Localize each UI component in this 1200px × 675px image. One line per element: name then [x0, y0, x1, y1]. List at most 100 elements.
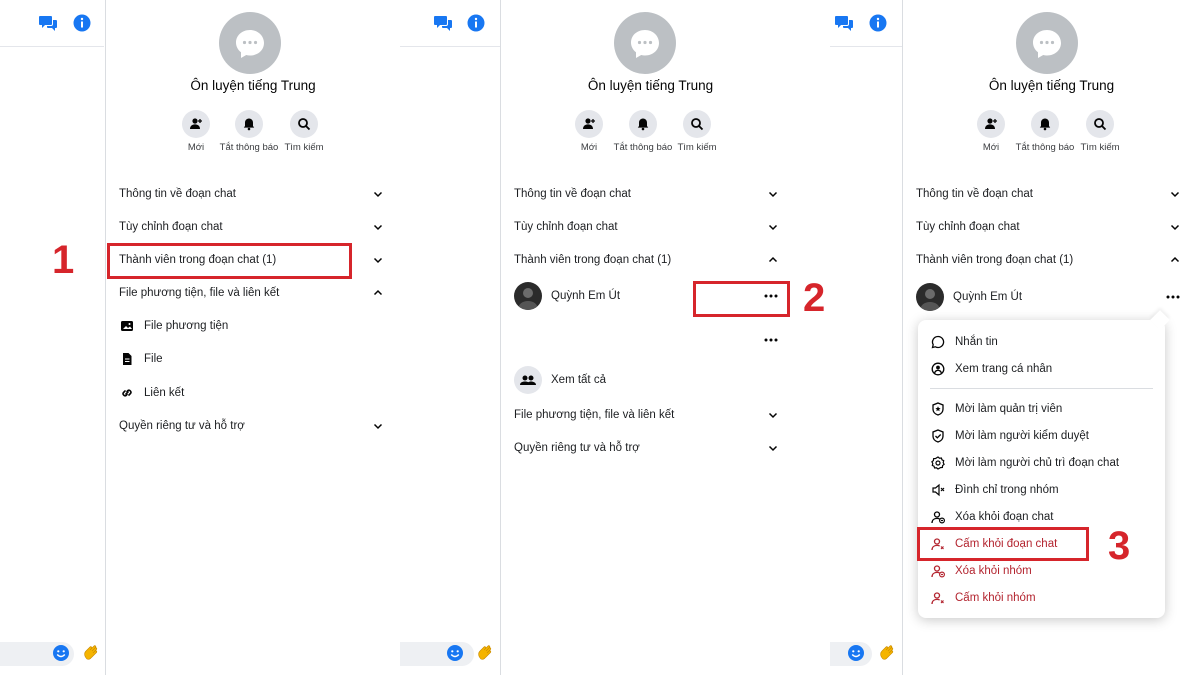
- chevron-down-icon: [768, 224, 778, 231]
- remove-person-icon: [931, 511, 945, 524]
- section-privacy[interactable]: Quyền riêng tư và hỗ trợ: [514, 438, 779, 458]
- media-item-links-label: Liên kết: [144, 387, 185, 399]
- chat-info-sidebar: Ôn luyện tiếng Trung Mới Tắt thông báo T…: [500, 0, 800, 675]
- info-icon[interactable]: [466, 13, 486, 33]
- more-row: [514, 330, 779, 350]
- member-options-menu: Nhắn tin Xem trang cá nhân Mời làm quản …: [918, 310, 1170, 618]
- section-customize[interactable]: Tùy chỉnh đoạn chat: [916, 217, 1181, 237]
- info-icon[interactable]: [72, 13, 92, 33]
- emoji-icon[interactable]: [446, 644, 464, 662]
- chevron-down-icon: [1170, 224, 1180, 231]
- section-media[interactable]: File phương tiện, file và liên kết: [119, 283, 384, 303]
- section-chat-info[interactable]: Thông tin về đoạn chat: [514, 184, 779, 204]
- media-item-links[interactable]: Liên kết: [119, 383, 384, 403]
- media-item-media-label: File phương tiện: [144, 320, 229, 332]
- shield-check-icon: [932, 429, 944, 443]
- step-number-3: 3: [1108, 524, 1131, 568]
- people-icon: [520, 375, 536, 385]
- menu-item-mute-in-group[interactable]: Đình chỉ trong nhóm: [930, 480, 1155, 500]
- chat-area: [400, 0, 504, 675]
- section-chat-info-label: Thông tin về đoạn chat: [514, 188, 631, 200]
- chat-area: [0, 0, 104, 675]
- chevron-down-icon: [1170, 191, 1180, 198]
- search-label: Tìm kiếm: [1080, 142, 1120, 153]
- emoji-icon[interactable]: [847, 644, 865, 662]
- search-button[interactable]: Tìm kiếm: [662, 110, 732, 153]
- menu-item-remove-from-group-label: Xóa khỏi nhóm: [955, 565, 1032, 577]
- section-members[interactable]: Thành viên trong đoạn chat (1): [514, 250, 779, 270]
- section-customize[interactable]: Tùy chỉnh đoạn chat: [119, 217, 384, 237]
- link-icon: [122, 389, 132, 397]
- section-members-label: Thành viên trong đoạn chat (1): [514, 254, 672, 266]
- section-customize-label: Tùy chỉnh đoạn chat: [514, 221, 618, 233]
- menu-item-make-moderator-label: Mời làm người kiểm duyệt: [955, 430, 1089, 442]
- screenshot-step-3: Ôn luyện tiếng Trung Mới Tắt thông báo T…: [830, 0, 1200, 675]
- section-privacy[interactable]: Quyền riêng tư và hỗ trợ: [119, 416, 384, 436]
- menu-item-make-owner-label: Mời làm người chủ trì đoạn chat: [955, 457, 1120, 469]
- chat-info-sidebar: Ôn luyện tiếng Trung Mới Tắt thông báo T…: [105, 0, 400, 675]
- menu-item-message[interactable]: Nhắn tin: [930, 332, 1155, 352]
- bell-icon: [243, 118, 255, 131]
- step-number-1: 1: [52, 238, 75, 282]
- chat-threads-icon[interactable]: [834, 13, 854, 33]
- wave-icon[interactable]: [475, 643, 495, 663]
- section-customize[interactable]: Tùy chỉnh đoạn chat: [514, 217, 779, 237]
- chevron-down-icon: [373, 423, 383, 430]
- section-customize-label: Tùy chỉnh đoạn chat: [916, 221, 1020, 233]
- search-icon: [298, 118, 311, 131]
- see-all-label: Xem tất cả: [551, 374, 606, 386]
- menu-item-remove-from-chat-label: Xóa khỏi đoạn chat: [955, 511, 1054, 523]
- section-chat-info-label: Thông tin về đoạn chat: [119, 188, 236, 200]
- highlight-ban-from-chat: [917, 527, 1089, 561]
- menu-item-view-profile[interactable]: Xem trang cá nhân: [930, 359, 1155, 379]
- speaker-muted-icon: [932, 483, 945, 497]
- add-person-icon: [583, 118, 595, 129]
- chat-threads-icon[interactable]: [38, 13, 58, 33]
- member-avatar: [916, 283, 944, 311]
- menu-item-make-owner[interactable]: Mời làm người chủ trì đoạn chat: [930, 453, 1155, 473]
- section-chat-info[interactable]: Thông tin về đoạn chat: [916, 184, 1181, 204]
- group-chat-icon: [631, 30, 659, 58]
- wave-icon[interactable]: [877, 643, 897, 663]
- group-avatar: [219, 12, 281, 74]
- menu-item-ban-from-group[interactable]: Cấm khỏi nhóm: [930, 588, 1155, 608]
- more-options-icon[interactable]: [1165, 294, 1181, 300]
- info-icon[interactable]: [868, 13, 888, 33]
- profile-icon: [931, 362, 945, 376]
- shield-star-icon: [932, 402, 944, 416]
- group-name: Ôn luyện tiếng Trung: [190, 78, 316, 93]
- menu-item-make-admin[interactable]: Mời làm quản trị viên: [930, 399, 1155, 419]
- chevron-down-icon: [768, 191, 778, 198]
- group-avatar: [1016, 12, 1078, 74]
- menu-item-ban-from-group-label: Cấm khỏi nhóm: [955, 592, 1036, 604]
- menu-item-make-moderator[interactable]: Mời làm người kiểm duyệt: [930, 426, 1155, 446]
- see-all-members[interactable]: Xem tất cả: [514, 366, 779, 394]
- emoji-icon[interactable]: [52, 644, 70, 662]
- group-name: Ôn luyện tiếng Trung: [988, 78, 1115, 93]
- chevron-down-icon: [373, 224, 383, 231]
- highlight-more-options: [693, 281, 790, 317]
- section-privacy-label: Quyền riêng tư và hỗ trợ: [514, 442, 640, 454]
- section-media[interactable]: File phương tiện, file và liên kết: [514, 405, 779, 425]
- wave-icon[interactable]: [81, 643, 101, 663]
- member-row[interactable]: Quỳnh Em Út: [916, 283, 1181, 311]
- section-members[interactable]: Thành viên trong đoạn chat (1): [916, 250, 1181, 270]
- media-item-media[interactable]: File phương tiện: [119, 316, 384, 336]
- section-chat-info[interactable]: Thông tin về đoạn chat: [119, 184, 384, 204]
- search-button[interactable]: Tìm kiếm: [269, 110, 339, 153]
- chat-threads-icon[interactable]: [433, 13, 453, 33]
- more-options-icon[interactable]: [763, 337, 779, 343]
- menu-item-view-profile-label: Xem trang cá nhân: [955, 363, 1053, 375]
- screenshot-step-2: Ôn luyện tiếng Trung Mới Tắt thông báo T…: [400, 0, 800, 675]
- menu-item-message-label: Nhắn tin: [955, 336, 998, 348]
- add-person-icon: [985, 118, 997, 129]
- search-button[interactable]: Tìm kiếm: [1065, 110, 1135, 153]
- section-privacy-label: Quyền riêng tư và hỗ trợ: [119, 420, 245, 432]
- group-name: Ôn luyện tiếng Trung: [587, 78, 714, 93]
- search-label: Tìm kiếm: [284, 142, 324, 153]
- member-name: Quỳnh Em Út: [953, 291, 1023, 303]
- chevron-down-icon: [373, 257, 383, 264]
- group-chat-icon: [236, 30, 264, 58]
- media-item-file[interactable]: File: [119, 349, 384, 369]
- section-members-label: Thành viên trong đoạn chat (1): [916, 254, 1074, 266]
